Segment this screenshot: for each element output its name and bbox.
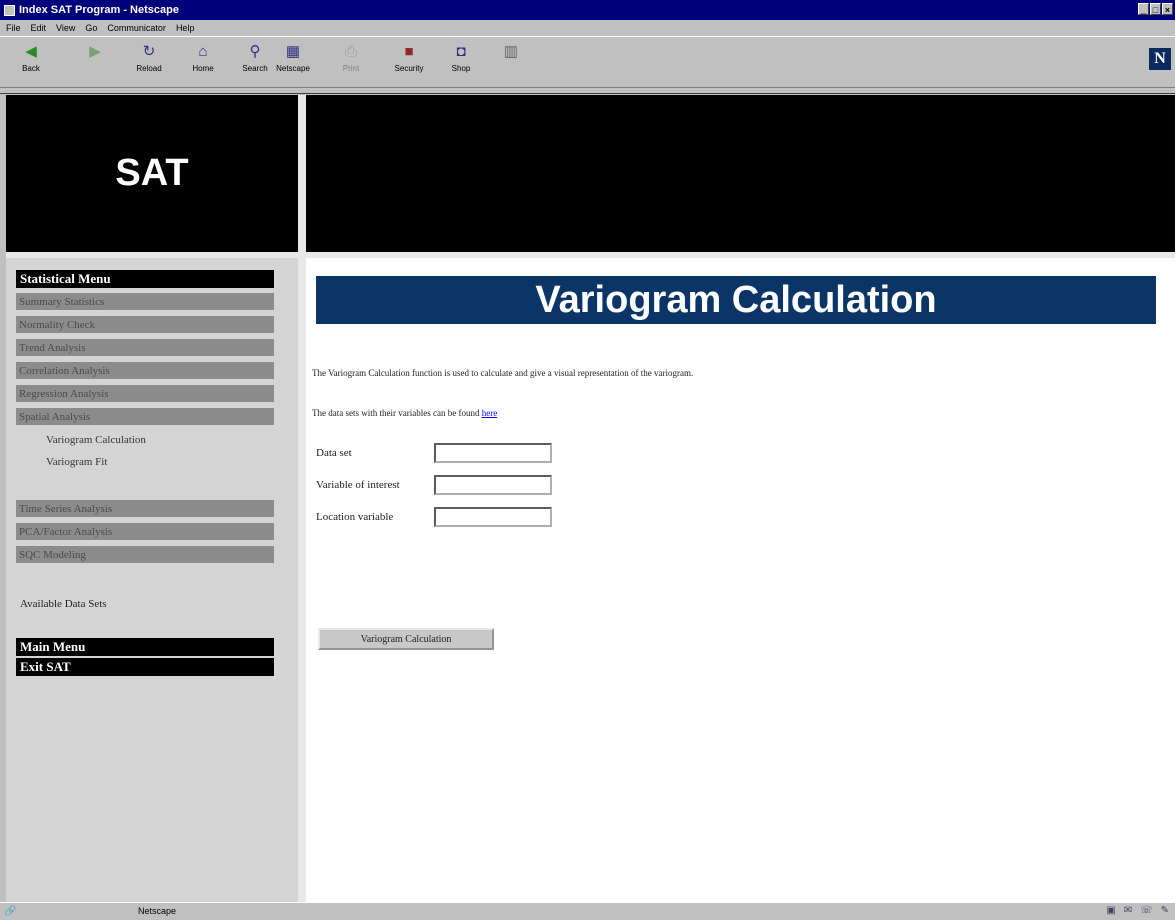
nav-pca-factor-analysis[interactable]: PCA/Factor Analysis [16, 523, 274, 541]
menu-bar: File Edit View Go Communicator Help [0, 20, 1175, 36]
nav-spatial-analysis[interactable]: Spatial Analysis [16, 408, 274, 426]
status-bar: 🔗 Netscape ▣ ✉ ☏ ✎ [0, 902, 1175, 920]
status-text: Netscape [138, 906, 177, 916]
nav-main-menu[interactable]: Main Menu [16, 638, 274, 656]
location-variable-label: Location variable [316, 511, 394, 523]
reload-icon: ↻ [142, 43, 156, 60]
location-toolbar-collapsed[interactable] [0, 88, 1175, 94]
menu-edit[interactable]: Edit [31, 23, 47, 33]
search-icon: ⚲ [249, 43, 261, 60]
nav-variogram-calculation[interactable]: Variogram Calculation [46, 434, 146, 446]
data-set-label: Data set [316, 447, 352, 459]
stop-button[interactable]: ▥ [488, 41, 534, 79]
nav-normality-check[interactable]: Normality Check [16, 316, 274, 334]
nav-regression-analysis[interactable]: Regression Analysis [16, 385, 274, 403]
forward-button[interactable]: ▶ [72, 41, 118, 79]
function-description: The Variogram Calculation function is us… [312, 368, 694, 378]
security-status-icon[interactable]: 🔗 [4, 906, 16, 917]
composer-icon[interactable]: ✎ [1161, 905, 1169, 916]
nav-exit-sat[interactable]: Exit SAT [16, 658, 274, 676]
back-arrow-icon: ◀ [25, 43, 37, 60]
security-button[interactable]: ■ Security [386, 41, 432, 79]
datasets-here-link[interactable]: here [482, 408, 498, 418]
shop-button[interactable]: ◘ Shop [438, 41, 484, 79]
nav-sqc-modeling[interactable]: SQC Modeling [16, 546, 274, 564]
menu-help[interactable]: Help [176, 23, 195, 33]
menu-view[interactable]: View [56, 23, 75, 33]
page-title: Variogram Calculation [316, 276, 1156, 324]
datasets-note: The data sets with their variables can b… [312, 408, 497, 418]
netscape-icon: ▦ [285, 43, 301, 60]
location-variable-input[interactable] [434, 507, 552, 527]
mail-icon[interactable]: ✉ [1124, 905, 1132, 916]
component-bar: ▣ ✉ ☏ ✎ [1106, 905, 1169, 916]
datasets-note-text: The data sets with their variables can b… [312, 408, 480, 418]
nav-variogram-fit[interactable]: Variogram Fit [46, 456, 107, 468]
stop-icon: ▥ [503, 43, 519, 60]
nav-available-data-sets[interactable]: Available Data Sets [20, 598, 107, 610]
nav-time-series-analysis[interactable]: Time Series Analysis [16, 500, 274, 518]
back-button[interactable]: ◀ Back [8, 41, 54, 79]
variable-of-interest-input[interactable] [434, 475, 552, 495]
maximize-button[interactable]: □ [1150, 3, 1161, 15]
forward-arrow-icon: ▶ [89, 43, 101, 60]
variogram-calculation-button[interactable]: Variogram Calculation [318, 628, 494, 650]
left-nav-frame: Statistical Menu Summary Statistics Norm… [6, 258, 298, 902]
shop-icon: ◘ [456, 42, 466, 60]
navigator-icon[interactable]: ▣ [1106, 905, 1115, 916]
reload-button[interactable]: ↻ Reload [126, 41, 172, 79]
minimize-button[interactable]: _ [1138, 3, 1149, 15]
nav-trend-analysis[interactable]: Trend Analysis [16, 339, 274, 357]
home-button[interactable]: ⌂ Home [180, 41, 226, 79]
menu-go[interactable]: Go [85, 23, 97, 33]
window-title-bar[interactable]: Index SAT Program - Netscape _ □ × [0, 0, 1175, 20]
netscape-button[interactable]: ▦ Netscape [270, 41, 316, 79]
close-button[interactable]: × [1162, 3, 1173, 15]
lock-icon: ■ [404, 42, 414, 60]
nav-correlation-analysis[interactable]: Correlation Analysis [16, 362, 274, 380]
header-banner [306, 95, 1175, 252]
window-controls: _ □ × [1138, 3, 1173, 15]
netscape-throbber-logo[interactable]: N [1149, 48, 1171, 70]
sat-logo: SAT [6, 95, 298, 252]
print-button[interactable]: ⎙ Print [328, 41, 374, 79]
nav-summary-statistics[interactable]: Summary Statistics [16, 293, 274, 311]
menu-file[interactable]: File [6, 23, 21, 33]
statistical-menu-header[interactable]: Statistical Menu [16, 270, 274, 288]
navigation-toolbar: ◀ Back ▶ ↻ Reload ⌂ Home ⚲ Search ▦ Nets… [0, 36, 1175, 88]
discussions-icon[interactable]: ☏ [1140, 905, 1153, 916]
frame-separator [298, 95, 306, 252]
print-icon: ⎙ [344, 42, 357, 60]
window-title: Index SAT Program - Netscape [19, 4, 179, 16]
frame-separator [298, 258, 306, 902]
main-content-frame: Variogram Calculation The Variogram Calc… [306, 258, 1175, 902]
menu-communicator[interactable]: Communicator [107, 23, 166, 33]
home-icon: ⌂ [198, 42, 208, 60]
data-set-input[interactable] [434, 443, 552, 463]
variable-of-interest-label: Variable of interest [316, 479, 400, 491]
netscape-app-icon [4, 4, 15, 16]
